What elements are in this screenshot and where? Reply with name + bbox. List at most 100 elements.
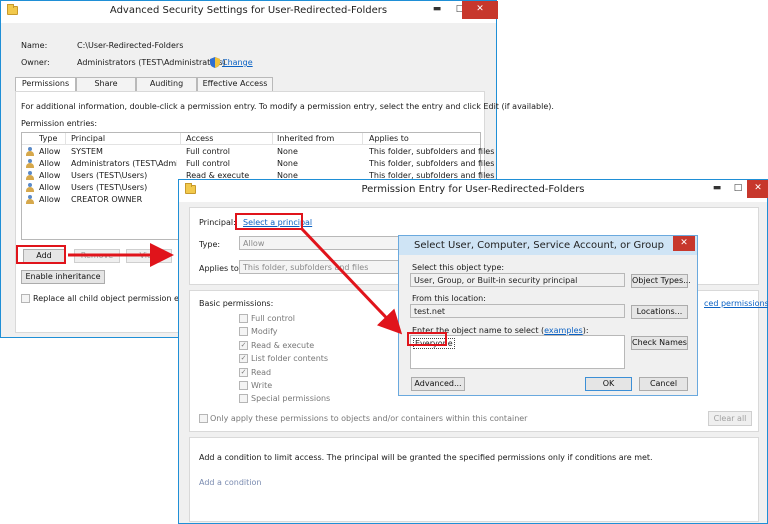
dialog-title: Select User, Computer, Service Account, … [414, 240, 664, 251]
clear-all-button[interactable]: Clear all [708, 411, 752, 426]
object-type-field: User, Group, or Built-in security princi… [410, 273, 625, 287]
table-row[interactable]: Allow SYSTEM Full control None This fold… [22, 146, 494, 158]
examples-link[interactable]: examples [544, 326, 583, 335]
minimize-icon[interactable]: ▬ [706, 180, 728, 198]
read-execute-label: Read & execute [251, 341, 315, 350]
location-label: From this location: [412, 294, 486, 303]
row-type: Allow [39, 183, 61, 192]
select-principal-dialog: Select User, Computer, Service Account, … [398, 235, 698, 396]
permission-entries-label: Permission entries: [21, 119, 98, 128]
row-principal: Users (TEST\Users) [71, 183, 148, 192]
user-group-icon [26, 171, 36, 180]
user-group-icon [26, 159, 36, 168]
read-label: Read [251, 368, 272, 377]
principal-label: Principal: [199, 218, 236, 227]
window-title: Advanced Security Settings for User-Redi… [109, 5, 388, 16]
condition-description: Add a condition to limit access. The pri… [199, 453, 653, 462]
owner-label: Owner: [21, 58, 50, 67]
row-principal: CREATOR OWNER [71, 195, 143, 204]
user-group-icon [26, 195, 36, 204]
write-checkbox[interactable] [239, 381, 248, 390]
column-separator [180, 133, 181, 145]
select-principal-highlight [235, 213, 303, 230]
only-apply-checkbox[interactable] [199, 414, 208, 423]
name-value: C:\User-Redirected-Folders [77, 41, 184, 50]
show-advanced-permissions-link[interactable]: ced permissions [704, 299, 768, 308]
write-label: Write [251, 381, 273, 390]
applies-to-dropdown[interactable]: This folder, subfolders and files [239, 260, 409, 274]
close-icon[interactable]: ✕ [747, 180, 768, 198]
remove-button[interactable]: Remove [74, 249, 120, 263]
column-separator [272, 133, 273, 145]
list-folder-contents-label: List folder contents [251, 354, 329, 363]
advanced-button[interactable]: Advanced... [411, 377, 465, 391]
title-bar[interactable]: Advanced Security Settings for User-Redi… [1, 1, 498, 23]
user-group-icon [26, 183, 36, 192]
title-bar[interactable]: Select User, Computer, Service Account, … [399, 236, 697, 255]
check-names-button[interactable]: Check Names [631, 336, 688, 350]
read-execute-checkbox[interactable]: ✓ [239, 341, 248, 350]
locations-button[interactable]: Locations... [631, 305, 688, 319]
replace-child-permissions-checkbox[interactable] [21, 294, 30, 303]
info-text: For additional information, double-click… [21, 102, 554, 111]
view-button[interactable]: View [126, 249, 172, 263]
modify-label: Modify [251, 327, 278, 336]
full-control-checkbox[interactable] [239, 314, 248, 323]
tab-effective-access[interactable]: Effective Access [197, 77, 273, 91]
table-row[interactable]: Allow Administrators (TEST\Admini... Ful… [22, 158, 494, 170]
row-applies-to: This folder, subfolders and files [369, 159, 495, 168]
column-header-principal[interactable]: Principal [71, 134, 105, 143]
enable-inheritance-button[interactable]: Enable inheritance [21, 270, 105, 284]
basic-permissions-label: Basic permissions: [199, 299, 274, 308]
row-type: Allow [39, 147, 61, 156]
maximize-icon[interactable]: □ [727, 180, 749, 198]
add-button-highlight [16, 245, 66, 264]
window-title: Permission Entry for User-Redirected-Fol… [361, 184, 585, 195]
title-bar[interactable]: Permission Entry for User-Redirected-Fol… [179, 180, 768, 202]
column-header-applies-to[interactable]: Applies to [369, 134, 409, 143]
ok-button[interactable]: OK [585, 377, 632, 391]
enter-name-suffix: ): [582, 326, 589, 335]
user-group-icon [26, 147, 36, 156]
read-checkbox[interactable]: ✓ [239, 368, 248, 377]
change-owner-link[interactable]: Change [222, 58, 253, 67]
condition-panel: Add a condition to limit access. The pri… [189, 437, 759, 522]
row-access: Full control [186, 159, 230, 168]
row-principal: SYSTEM [71, 147, 103, 156]
full-control-label: Full control [251, 314, 295, 323]
list-folder-contents-checkbox[interactable]: ✓ [239, 354, 248, 363]
special-permissions-checkbox[interactable] [239, 394, 248, 403]
object-types-button[interactable]: Object Types... [631, 274, 691, 288]
minimize-icon[interactable]: ▬ [426, 1, 448, 19]
column-header-inherited-from[interactable]: Inherited from [277, 134, 334, 143]
row-type: Allow [39, 195, 61, 204]
name-label: Name: [21, 41, 48, 50]
row-applies-to: This folder, subfolders and files [369, 147, 495, 156]
tab-auditing[interactable]: Auditing [136, 77, 197, 91]
tab-share[interactable]: Share [76, 77, 136, 91]
modify-checkbox[interactable] [239, 327, 248, 336]
tab-permissions[interactable]: Permissions [15, 77, 76, 92]
owner-value: Administrators (TEST\Administrators) [77, 58, 226, 67]
row-inherited-from: None [277, 147, 298, 156]
row-inherited-from: None [277, 159, 298, 168]
column-separator [362, 133, 363, 145]
column-separator [65, 133, 66, 145]
add-condition-link[interactable]: Add a condition [199, 478, 261, 487]
list-header: Type Principal Access Inherited from App… [22, 133, 480, 145]
special-permissions-label: Special permissions [251, 394, 331, 403]
column-header-access[interactable]: Access [186, 134, 213, 143]
close-icon[interactable]: ✕ [462, 1, 498, 19]
shield-icon [210, 57, 220, 68]
applies-to-label: Applies to: [199, 264, 242, 273]
cancel-button[interactable]: Cancel [639, 377, 688, 391]
only-apply-label: Only apply these permissions to objects … [210, 414, 528, 423]
close-icon[interactable]: ✕ [673, 236, 695, 251]
object-name-input-highlight [407, 332, 447, 346]
object-type-label: Select this object type: [412, 263, 505, 272]
row-type: Allow [39, 159, 61, 168]
location-field: test.net [410, 304, 625, 318]
column-header-type[interactable]: Type [39, 134, 57, 143]
row-type: Allow [39, 171, 61, 180]
row-principal: Users (TEST\Users) [71, 171, 148, 180]
